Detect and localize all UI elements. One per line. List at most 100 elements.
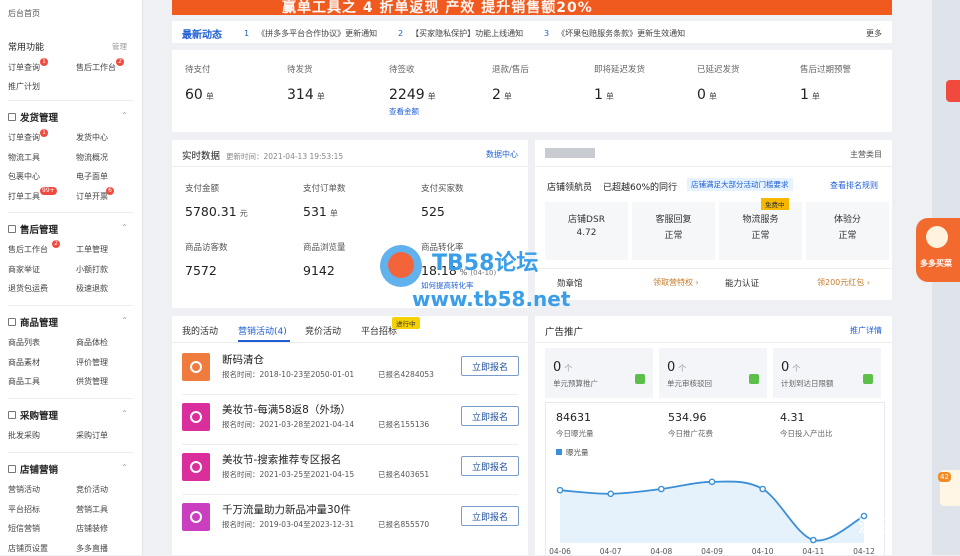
signup-button[interactable]: 立即报名	[461, 506, 519, 526]
sidebar-item[interactable]: 商品工具	[8, 376, 40, 387]
sidebar-item[interactable]: 评价管理	[76, 357, 108, 368]
sidebar-item[interactable]: 营销工具	[76, 504, 108, 515]
chart-point[interactable]	[810, 536, 817, 544]
order-stat-3[interactable]: 退款/售后 2 单	[492, 63, 529, 103]
signup-button[interactable]: 立即报名	[461, 356, 519, 376]
chevron-up-icon[interactable]: ⌃	[121, 409, 128, 418]
sidebar-section-title[interactable]: 发货管理	[8, 110, 58, 124]
shop-dsr-box[interactable]: 店铺DSR 4.72	[545, 202, 628, 260]
sidebar-section-title[interactable]: 店铺营销	[8, 462, 58, 476]
sidebar-item[interactable]: 平台招标	[8, 504, 40, 515]
activity-name[interactable]: 断码清仓	[222, 352, 264, 367]
sidebar-item[interactable]: 发货中心	[76, 132, 108, 143]
chart-point[interactable]	[607, 490, 614, 498]
sidebar-item[interactable]: 商家举证	[8, 264, 40, 275]
shop-logistics-box[interactable]: 物流服务 正常	[719, 202, 802, 260]
shop-experience-box[interactable]: 体验分 正常	[806, 202, 889, 260]
activity-name[interactable]: 千万流量助力新品冲量30件	[222, 502, 351, 517]
shop-rank-link[interactable]: 查看排名规则	[830, 180, 878, 191]
sidebar-item-order-query[interactable]: 订单查询	[8, 62, 40, 73]
sidebar-section-title[interactable]: 商品管理	[8, 315, 58, 329]
ad-summary-box[interactable]: 0 个单元预算推广	[545, 348, 653, 398]
sidebar-item[interactable]: 采购订单	[76, 430, 108, 441]
sidebar-item[interactable]: 批发采购	[8, 430, 40, 441]
chevron-up-icon[interactable]: ⌃	[121, 111, 128, 120]
chevron-up-icon[interactable]: ⌃	[121, 463, 128, 472]
sidebar-item[interactable]: 商品体检	[76, 337, 108, 348]
order-stat-4[interactable]: 即将延迟发货 1 单	[594, 63, 645, 103]
cert-link[interactable]: 领200元红包 ›	[817, 277, 870, 288]
chart-point[interactable]	[708, 478, 716, 486]
sidebar-item[interactable]: 工单管理	[76, 244, 108, 255]
sidebar-item[interactable]: 多多直播	[76, 543, 108, 554]
tab-bidding-activity[interactable]: 竞价活动	[305, 324, 341, 337]
news-item[interactable]: 3 《坏果包赔服务条款》更新生效通知	[544, 28, 685, 39]
sidebar-item[interactable]: 售后工作台	[8, 244, 48, 255]
sidebar-item[interactable]: 小额打款	[76, 264, 108, 275]
promo-float[interactable]: 多多买菜	[916, 218, 960, 282]
watermark-side: 流吧	[858, 517, 892, 537]
sidebar-section-title[interactable]: 售后管理	[8, 222, 58, 236]
data-center-link[interactable]: 数据中心	[486, 149, 518, 160]
order-stat-6[interactable]: 售后过期预警 1 单	[800, 63, 851, 103]
shop-level-label: 店铺领航员	[547, 183, 593, 193]
sidebar-item[interactable]: 打单工具	[8, 191, 40, 202]
order-stat-5[interactable]: 已延迟发货 0 单	[697, 63, 740, 103]
sidebar-item[interactable]: 竞价活动	[76, 484, 108, 495]
sidebar-home-link[interactable]: 后台首页	[8, 8, 40, 19]
sidebar-item[interactable]: 短信营销	[8, 523, 40, 534]
chart-point[interactable]	[658, 485, 665, 493]
order-stat-2[interactable]: 待签收 2249 单查看金额	[389, 63, 436, 117]
activity-time: 报名时间：2018-10-23至2050-01-01	[222, 370, 355, 379]
order-stat-value: 314 单	[287, 87, 325, 103]
sidebar-item[interactable]: 商品素材	[8, 357, 40, 368]
sidebar-item[interactable]: 物流概况	[76, 152, 108, 163]
activity-logo-icon	[182, 353, 210, 381]
sidebar-item[interactable]: 店铺页设置	[8, 543, 48, 554]
sidebar-item[interactable]: 极速退款	[76, 283, 108, 294]
sidebar-item[interactable]: 物流工具	[8, 152, 40, 163]
sidebar-item[interactable]: 退货包运费	[8, 283, 48, 294]
chevron-up-icon[interactable]: ⌃	[121, 316, 128, 325]
sidebar-item-promo-plan[interactable]: 推广计划	[8, 81, 40, 92]
order-stat-1[interactable]: 待发货 314 单	[287, 63, 325, 103]
tab-marketing-activity[interactable]: 营销活动(4)	[238, 324, 287, 337]
sidebar-item[interactable]: 营销活动	[8, 484, 40, 495]
news-item[interactable]: 2 【买家隐私保护】功能上线通知	[398, 28, 523, 39]
sidebar-item[interactable]: 包裹中心	[8, 171, 40, 182]
chart-point[interactable]	[759, 485, 766, 493]
sidebar-item[interactable]: 供货管理	[76, 376, 108, 387]
activity-name[interactable]: 美妆节-搜索推荐专区报名	[222, 452, 341, 467]
news-more-link[interactable]: 更多	[866, 28, 882, 39]
sidebar-item-aftersale-workbench[interactable]: 售后工作台	[76, 62, 116, 73]
chevron-up-icon[interactable]: ⌃	[121, 223, 128, 232]
activity-name[interactable]: 美妆节-每满58返8（外场）	[222, 402, 351, 417]
exposure-chart-area: 84631 今日曝光量 534.96 今日推广花费 4.31 今日投入产出比 曝光量 …	[545, 402, 885, 556]
signup-button[interactable]: 立即报名	[461, 406, 519, 426]
float-tab[interactable]	[946, 80, 960, 102]
news-item[interactable]: 1 《拼多多平台合作协议》更新通知	[244, 28, 377, 39]
activity-logo-glyph	[190, 411, 202, 423]
top-banner[interactable]: 赢单工具之 4 折单返现 产效 提升销售额20%	[172, 0, 892, 15]
order-stat-0[interactable]: 待支付 60 单	[185, 63, 214, 103]
order-stat-number: 1	[594, 87, 603, 103]
ad-summary-box[interactable]: 0 个计划到达日限额	[773, 348, 881, 398]
common-manage-link[interactable]: 管理	[112, 41, 127, 52]
shop-service-box[interactable]: 客服回复 正常	[632, 202, 715, 260]
main-category-link[interactable]: 主营类目	[850, 149, 882, 160]
ad-summary-box[interactable]: 0 个单元审核驳回	[659, 348, 767, 398]
ads-detail-link[interactable]: 推广详情	[850, 325, 882, 336]
shop-level-text: 已超越60%的同行	[603, 183, 678, 193]
sidebar-item[interactable]: 订单开票	[76, 191, 108, 202]
badge-hall-link[interactable]: 领取营特权 ›	[653, 277, 699, 288]
signup-button[interactable]: 立即报名	[461, 456, 519, 476]
thumbs-up-icon	[635, 374, 645, 384]
sidebar-item[interactable]: 店铺装修	[76, 523, 108, 534]
chart-point[interactable]	[556, 486, 564, 494]
sidebar-item[interactable]: 电子面单	[76, 171, 108, 182]
tab-my-activity[interactable]: 我的活动	[182, 324, 218, 337]
sidebar-item[interactable]: 订单查询	[8, 132, 40, 143]
sidebar-section-title[interactable]: 采购管理	[8, 408, 58, 422]
sidebar-item[interactable]: 商品列表	[8, 337, 40, 348]
view-amount-link[interactable]: 查看金额	[389, 106, 436, 117]
